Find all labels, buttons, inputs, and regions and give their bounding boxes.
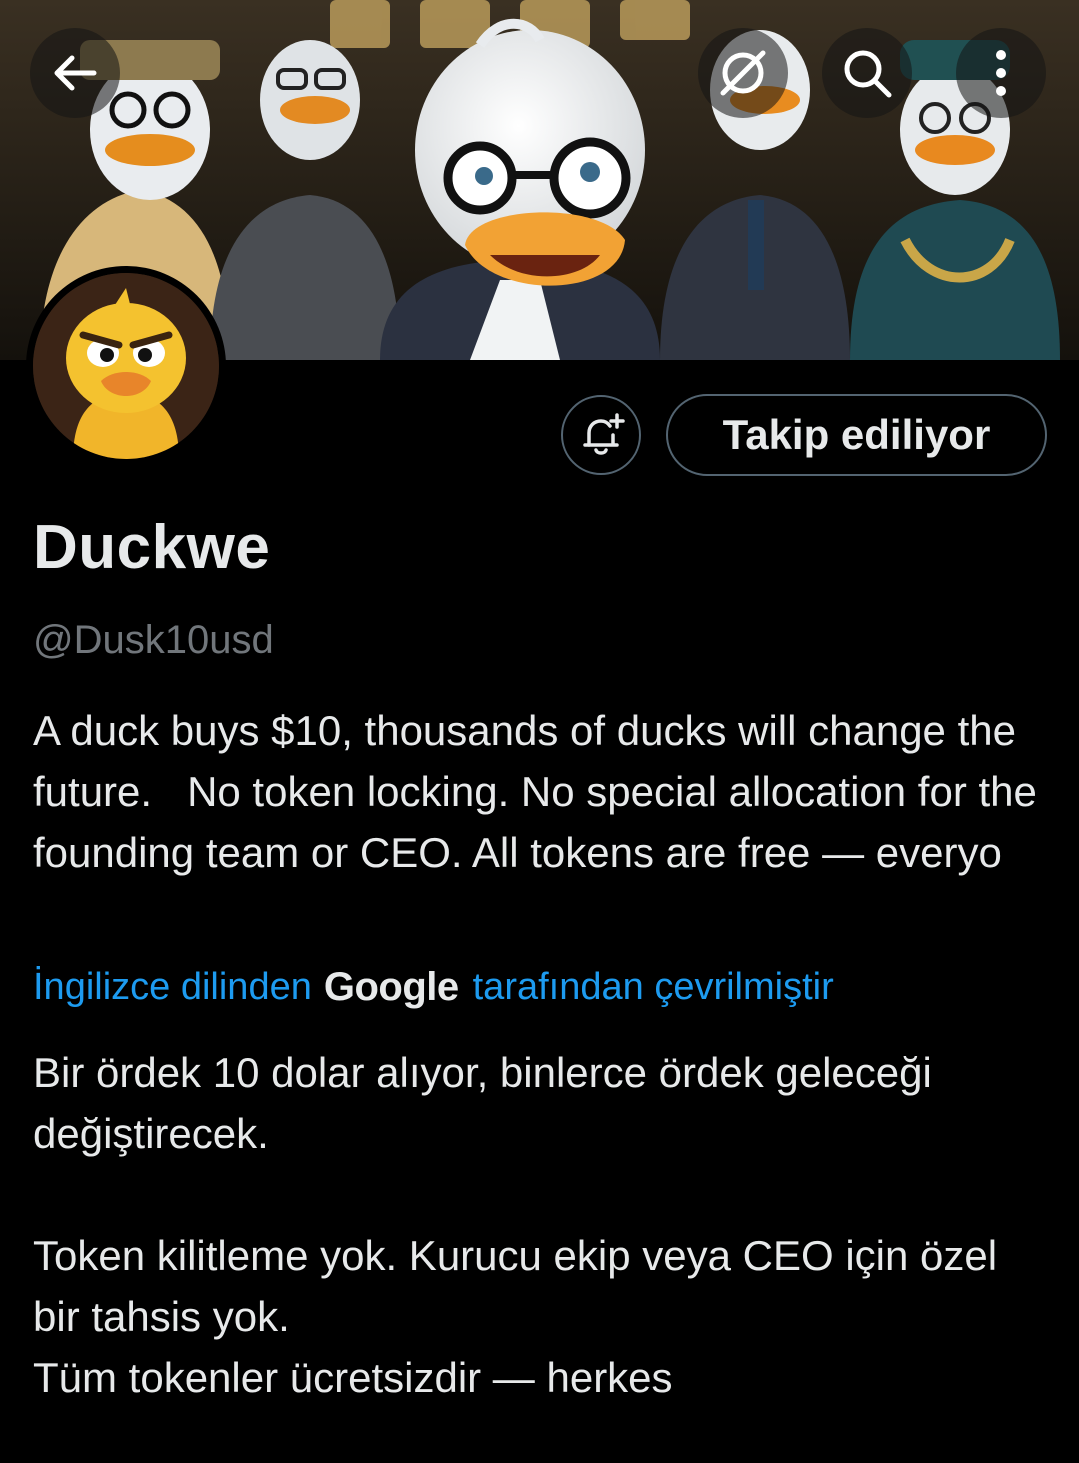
bell-plus-icon [583, 413, 625, 455]
translated-bio: Bir ördek 10 dolar alıyor, binlerce örde… [33, 1042, 1053, 1408]
translated-paragraph: Token kilitleme yok. Kurucu ekip veya CE… [33, 1232, 1009, 1340]
bio-text: A duck buys $10, thousands of ducks will… [33, 707, 1049, 876]
grok-button[interactable] [698, 28, 788, 118]
more-vertical-icon [996, 50, 1006, 96]
avatar-image [33, 273, 219, 459]
search-icon [844, 50, 892, 98]
arrow-left-icon [54, 55, 97, 91]
translated-paragraph: Tüm tokenler ücretsizdir — herkes [33, 1354, 673, 1401]
translation-suffix: tarafından çevrilmiştir [472, 966, 834, 1008]
notifications-bell-button[interactable] [561, 395, 641, 475]
grok-icon [720, 50, 766, 96]
google-logo: Google [323, 965, 459, 1009]
more-options-button[interactable] [956, 28, 1046, 118]
search-button[interactable] [822, 28, 912, 118]
user-handle: @Dusk10usd [33, 618, 274, 662]
avatar[interactable] [26, 266, 226, 466]
translation-prefix: İngilizce dilinden [33, 966, 312, 1008]
back-button[interactable] [30, 28, 120, 118]
translation-note[interactable]: İngilizce dilinden Google tarafından çev… [33, 965, 834, 1010]
display-name: Duckwe [33, 513, 271, 582]
following-button[interactable]: Takip ediliyor [666, 394, 1047, 476]
translated-paragraph: Bir ördek 10 dolar alıyor, binlerce örde… [33, 1049, 944, 1157]
